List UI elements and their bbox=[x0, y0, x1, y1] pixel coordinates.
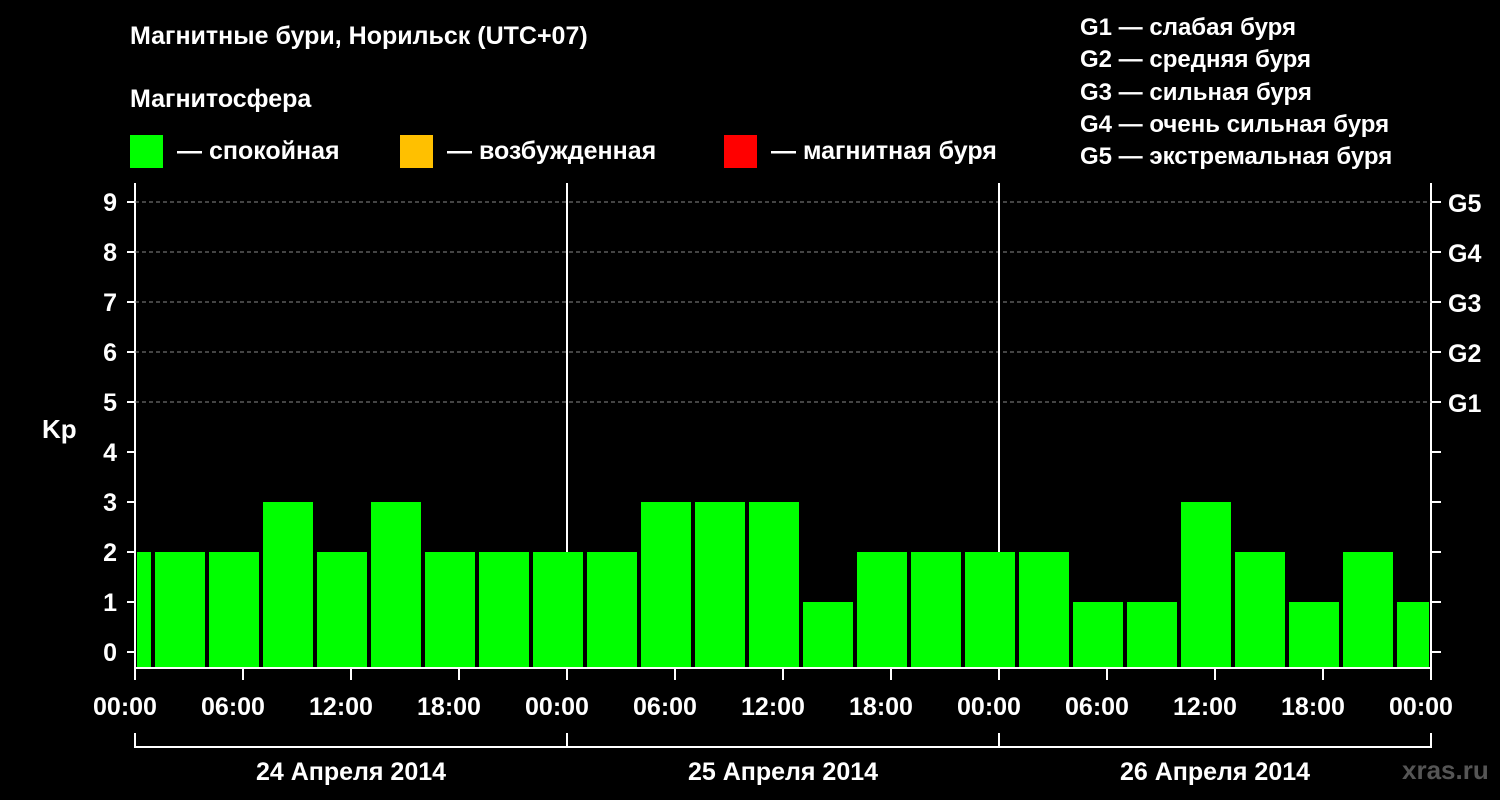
x-tick-label: 06:00 bbox=[201, 693, 265, 721]
kp-bar bbox=[263, 502, 313, 667]
y-tick-label: 9 bbox=[103, 189, 117, 217]
kp-chart: 0 1 2 3 4 5 6 7 8 9 G1 G2 G3 G4 G5 Kp 00:00 06:00 12:00 18:… bbox=[42, 183, 1481, 786]
kp-bar bbox=[479, 552, 529, 667]
kp-bar bbox=[1235, 552, 1285, 667]
kp-bar bbox=[371, 502, 421, 667]
x-tick-label: 12:00 bbox=[309, 693, 373, 721]
x-tick-label: 12:00 bbox=[741, 693, 805, 721]
x-tick-label: 12:00 bbox=[1173, 693, 1237, 721]
kp-bar bbox=[425, 552, 475, 667]
x-tick-label: 06:00 bbox=[1065, 693, 1129, 721]
y-tick-label: 7 bbox=[103, 289, 117, 317]
kp-bar bbox=[137, 552, 151, 667]
y-tick-label: 3 bbox=[103, 489, 117, 517]
kp-bar bbox=[965, 552, 1015, 667]
g-level-label: G4 bbox=[1448, 240, 1481, 268]
day-label: 26 Апреля 2014 bbox=[1120, 758, 1310, 786]
kp-bar bbox=[317, 552, 367, 667]
x-tick-label: 00:00 bbox=[93, 693, 157, 721]
kp-bar bbox=[1019, 552, 1069, 667]
kp-bar bbox=[1289, 602, 1339, 667]
g-level-label: G2 bbox=[1448, 340, 1481, 368]
kp-bar bbox=[857, 552, 907, 667]
g-level-label: G5 bbox=[1448, 190, 1481, 218]
y-tick-label: 8 bbox=[103, 239, 117, 267]
kp-bar bbox=[533, 552, 583, 667]
g-level-label: G1 bbox=[1448, 390, 1481, 418]
kp-bar bbox=[695, 502, 745, 667]
kp-bar bbox=[641, 502, 691, 667]
kp-bar bbox=[803, 602, 853, 667]
y-tick-label: 2 bbox=[103, 539, 117, 567]
x-tick-label: 18:00 bbox=[1281, 693, 1345, 721]
kp-bar bbox=[911, 552, 961, 667]
day-label: 25 Апреля 2014 bbox=[688, 758, 878, 786]
kp-bar bbox=[1181, 502, 1231, 667]
x-tick-label: 18:00 bbox=[849, 693, 913, 721]
x-tick-label: 00:00 bbox=[525, 693, 589, 721]
day-label: 24 Апреля 2014 bbox=[256, 758, 446, 786]
kp-bar bbox=[587, 552, 637, 667]
kp-bar bbox=[1127, 602, 1177, 667]
x-tick-label: 18:00 bbox=[417, 693, 481, 721]
kp-bar bbox=[209, 552, 259, 667]
kp-bar bbox=[1343, 552, 1393, 667]
kp-bar bbox=[749, 502, 799, 667]
kp-bar bbox=[1397, 602, 1429, 667]
y-tick-label: 4 bbox=[103, 439, 117, 467]
y-tick-label: 1 bbox=[103, 589, 117, 617]
x-tick-label: 00:00 bbox=[1389, 693, 1453, 721]
g-level-label: G3 bbox=[1448, 290, 1481, 318]
y-axis-label: Kp bbox=[42, 414, 77, 444]
y-tick-label: 0 bbox=[103, 639, 117, 667]
kp-bar bbox=[155, 552, 205, 667]
y-tick-label: 5 bbox=[103, 389, 117, 417]
kp-bar bbox=[1073, 602, 1123, 667]
x-tick-label: 06:00 bbox=[633, 693, 697, 721]
watermark: xras.ru bbox=[1402, 755, 1489, 785]
x-tick-label: 00:00 bbox=[957, 693, 1021, 721]
y-tick-label: 6 bbox=[103, 339, 117, 367]
